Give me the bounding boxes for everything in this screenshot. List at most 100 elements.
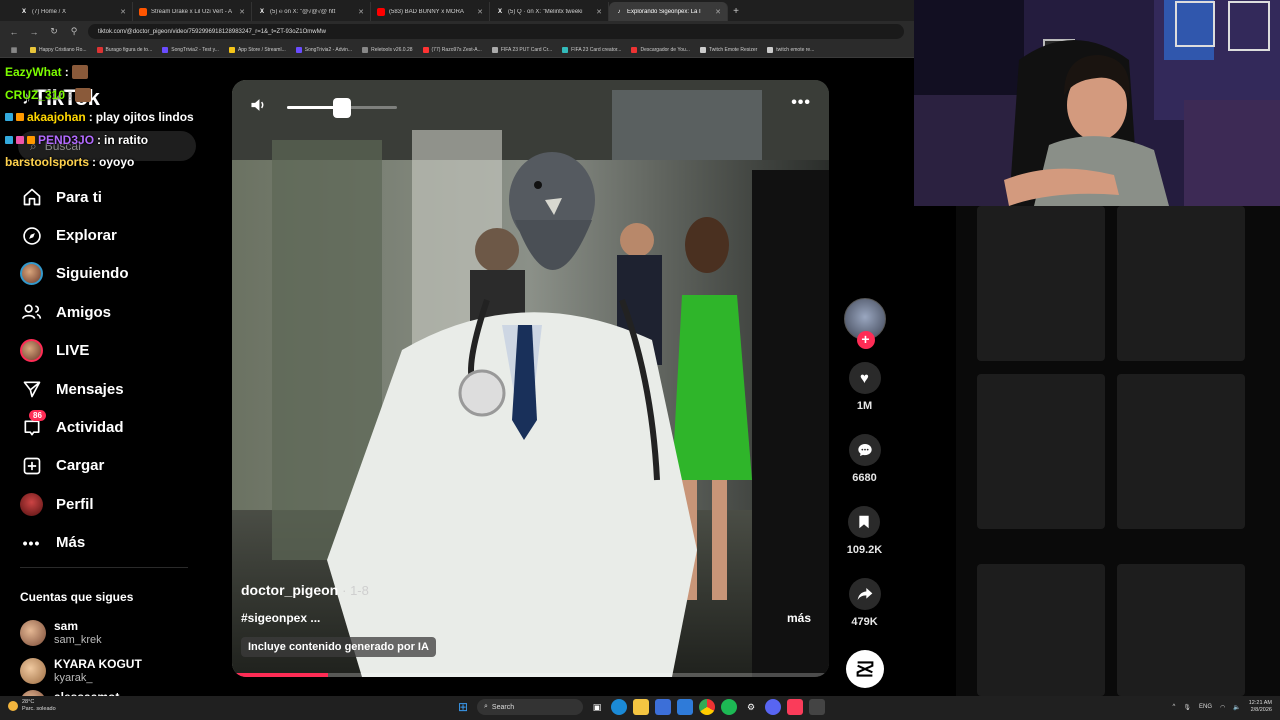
bookmark[interactable]: Descargador de You...: [631, 46, 690, 53]
discord-icon[interactable]: [765, 699, 781, 715]
video-tile[interactable]: [977, 206, 1105, 361]
share-action[interactable]: 479K: [848, 578, 881, 628]
following-account[interactable]: KYARA KOGUT kyarak_: [20, 652, 200, 690]
bookmark[interactable]: twitch emote re...: [767, 46, 814, 53]
settings-icon[interactable]: ⚙: [743, 699, 759, 715]
spotify-icon[interactable]: [721, 699, 737, 715]
bookmark[interactable]: Happy Cristiano Ro...: [30, 46, 87, 53]
edge-icon[interactable]: [611, 699, 627, 715]
clock[interactable]: 12:21 AM 2/8/2026: [1249, 700, 1272, 714]
comment-action[interactable]: 6680: [848, 434, 881, 484]
bookmark[interactable]: SongTrivia2 - Test y...: [162, 46, 219, 53]
nav-item-explorar[interactable]: Explorar: [20, 216, 200, 254]
back-icon[interactable]: ←: [8, 27, 20, 37]
chrome-icon[interactable]: [699, 699, 715, 715]
system-tray: ^ 🎙 ENG ◠ 🔈 12:21 AM 2/8/2026: [1172, 700, 1272, 714]
video-author[interactable]: doctor_pigeon · 1-8: [241, 582, 816, 598]
video-progress-bar[interactable]: [232, 673, 829, 677]
bookmark[interactable]: Reletools v26.0.28: [362, 46, 413, 53]
forward-icon[interactable]: →: [28, 27, 40, 37]
x-icon: X: [21, 8, 26, 15]
video-tile[interactable]: [1117, 374, 1245, 529]
video-tile[interactable]: [1117, 206, 1245, 361]
close-tab-icon[interactable]: ✕: [477, 8, 483, 16]
volume-slider[interactable]: [287, 97, 397, 118]
bookmark[interactable]: App Store / Streaml...: [228, 46, 286, 53]
nav-item-cargar[interactable]: Cargar: [20, 447, 200, 485]
mail-icon[interactable]: [677, 699, 693, 715]
badge-icon: [16, 113, 24, 122]
nav-item-mas[interactable]: ••• Más: [20, 524, 200, 562]
upload-icon: [20, 454, 43, 477]
close-tab-icon[interactable]: ✕: [358, 8, 364, 16]
volume-knob[interactable]: [333, 97, 351, 118]
video-tile[interactable]: [977, 374, 1105, 529]
nav-item-mensajes[interactable]: Mensajes: [20, 370, 200, 408]
close-tab-icon[interactable]: ✕: [120, 8, 126, 16]
close-tab-icon[interactable]: ✕: [596, 8, 602, 16]
nav-item-live[interactable]: LIVE: [20, 332, 200, 370]
sidebar-divider: [20, 567, 188, 568]
heart-icon[interactable]: ♥: [848, 362, 881, 394]
following-account[interactable]: sam sam_krek: [20, 614, 200, 652]
store-icon[interactable]: [655, 699, 671, 715]
bookmark[interactable]: FIFA 23 Card creator...: [562, 46, 621, 53]
save-action[interactable]: 109.2K: [847, 506, 882, 556]
soundcloud-icon: [139, 7, 147, 16]
bookmark-icon[interactable]: [848, 506, 881, 538]
url-input[interactable]: tiktok.com/@doctor_pigeon/video/75929969…: [88, 24, 904, 39]
volume-icon[interactable]: [249, 97, 267, 118]
reload-icon[interactable]: ↻: [48, 26, 60, 37]
share-icon[interactable]: [848, 578, 881, 610]
video-player[interactable]: ••• doctor_pigeon · 1-8 #sigeonpex ... m…: [232, 80, 829, 677]
browser-tab[interactable]: X (5) ℮ on X: "@√@√@ htt ✕: [252, 2, 371, 21]
video-tile[interactable]: [977, 564, 1105, 696]
comment-icon[interactable]: [848, 434, 881, 466]
site-info-icon[interactable]: ⚲: [68, 26, 80, 37]
weather-widget[interactable]: 28°C Parc. soleado: [8, 699, 56, 713]
video-progress-fill: [232, 673, 328, 677]
bookmark-favicon-icon: [96, 46, 103, 53]
bookmark[interactable]: Burago figura de to...: [96, 46, 152, 53]
close-tab-icon[interactable]: ✕: [715, 8, 721, 16]
nav-item-perfil[interactable]: Perfil: [20, 485, 200, 523]
video-tile[interactable]: [1117, 564, 1245, 696]
browser-tab-active[interactable]: ♪ Explorando Sigeonpex: La I ✕: [609, 2, 728, 21]
app-icon[interactable]: [809, 699, 825, 715]
bookmark[interactable]: FIFA 23 PUT Card Cr...: [491, 46, 552, 53]
volume-control[interactable]: [249, 96, 409, 118]
browser-tab[interactable]: Stream Drake x Lil Uzi Vert - A ✕: [133, 2, 252, 21]
windows-start-icon[interactable]: ⊞: [455, 699, 471, 715]
wifi-icon[interactable]: ◠: [1220, 704, 1225, 711]
bookmark[interactable]: Twitch Emote Resizer: [699, 46, 757, 53]
more-options-icon[interactable]: •••: [791, 94, 811, 112]
nav-item-para-ti[interactable]: Para ti: [20, 178, 200, 216]
bookmark[interactable]: SongTrivia2 - Advin...: [295, 46, 352, 53]
microphone-icon[interactable]: 🎙: [1183, 704, 1191, 711]
speaker-icon[interactable]: 🔈: [1233, 704, 1240, 711]
follow-plus-icon[interactable]: +: [856, 331, 875, 349]
browser-tab[interactable]: X (7) Home / X ✕: [14, 2, 133, 21]
more-caption-button[interactable]: más: [787, 611, 811, 625]
taskbar-search[interactable]: ⌕ Search: [477, 699, 583, 715]
browser-tab[interactable]: X (5) Q · on X: "Melintx tweeki ✕: [490, 2, 609, 21]
like-action[interactable]: ♥ 1M: [848, 362, 881, 412]
close-tab-icon[interactable]: ✕: [239, 8, 245, 16]
browser-tab[interactable]: (583) BAD BUNNY x MORA ✕: [371, 2, 490, 21]
home-icon: [20, 186, 43, 209]
hashtag-link[interactable]: #sigeonpex ...: [241, 611, 320, 625]
browser-tab-bar: X (7) Home / X ✕ Stream Drake x Lil Uzi Ve…: [0, 0, 914, 21]
creator-avatar[interactable]: +: [843, 298, 886, 349]
music-icon[interactable]: [787, 699, 803, 715]
video-date: 1-8: [350, 583, 369, 598]
nav-item-actividad[interactable]: 86 Actividad: [20, 408, 200, 446]
nav-item-siguiendo[interactable]: Siguiendo: [20, 255, 200, 293]
nav-item-amigos[interactable]: Amigos: [20, 293, 200, 331]
apps-icon[interactable]: ▦: [8, 46, 20, 54]
bookmark[interactable]: (77) Razo97s Zest-A...: [422, 46, 482, 53]
file-explorer-icon[interactable]: [633, 699, 649, 715]
task-view-icon[interactable]: ▣: [589, 699, 605, 715]
tray-chevron-icon[interactable]: ^: [1173, 704, 1176, 710]
capcut-icon[interactable]: [845, 650, 884, 688]
new-tab-button[interactable]: +: [728, 2, 744, 21]
